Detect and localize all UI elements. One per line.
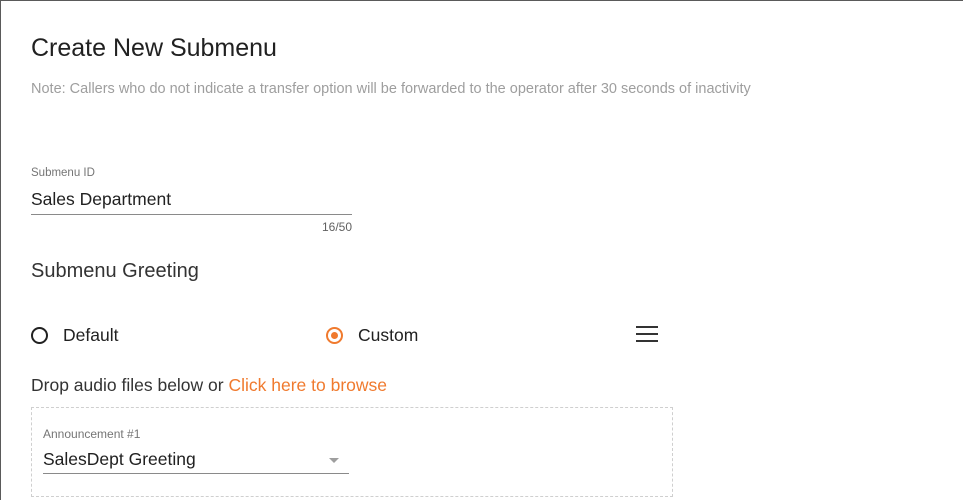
radio-default-circle[interactable] (31, 326, 48, 344)
upload-prefix-text: Drop audio files below or (31, 375, 229, 395)
submenu-greeting-heading: Submenu Greeting (31, 260, 199, 282)
announcement-dropdown[interactable]: SalesDept Greeting (43, 447, 349, 474)
radio-custom-label: Custom (358, 325, 419, 345)
page-title: Create New Submenu (31, 34, 277, 62)
announcement-select[interactable]: Announcement #1 SalesDept Greeting (43, 427, 349, 474)
upload-instructions: Drop audio files below or Click here to … (31, 374, 387, 396)
announcement-value: SalesDept Greeting (43, 449, 196, 469)
submenu-id-input[interactable]: Sales Department (31, 187, 352, 215)
submenu-id-field[interactable]: Submenu ID Sales Department 16/50 (31, 166, 352, 234)
audio-dropzone[interactable]: Announcement #1 SalesDept Greeting (31, 407, 673, 497)
radio-custom[interactable]: Custom (326, 324, 418, 346)
radio-default[interactable]: Default (31, 324, 118, 346)
announcement-label: Announcement #1 (43, 427, 141, 441)
caret-down-icon[interactable] (329, 458, 339, 463)
submenu-id-label: Submenu ID (31, 167, 95, 179)
browse-link[interactable]: Click here to browse (228, 375, 387, 395)
character-counter: 16/50 (321, 220, 352, 234)
hamburger-menu-icon[interactable] (636, 326, 658, 342)
radio-default-label: Default (63, 325, 119, 345)
inactivity-note: Note: Callers who do not indicate a tran… (31, 81, 751, 97)
radio-selected-dot (331, 331, 338, 339)
radio-custom-circle[interactable] (326, 326, 343, 344)
